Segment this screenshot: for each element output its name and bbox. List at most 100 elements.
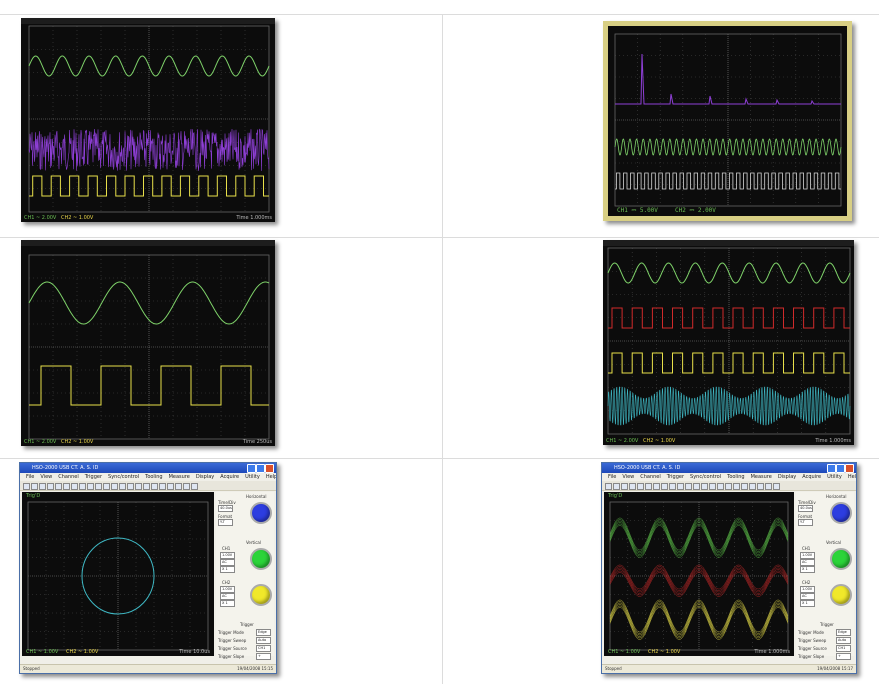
menu-item-measure[interactable]: Measure [169, 474, 190, 480]
side-dropdown[interactable]: AC [800, 593, 815, 600]
menu-item-channel[interactable]: Channel [58, 474, 79, 480]
toolbar-icon[interactable] [669, 483, 676, 490]
toolbar-icon[interactable] [685, 483, 692, 490]
toolbar-icon[interactable] [629, 483, 636, 490]
side-dropdown[interactable]: CH1 [836, 645, 851, 652]
toolbar-icon[interactable] [87, 483, 94, 490]
menu-item-help[interactable]: Help [266, 474, 276, 480]
toolbar-icon[interactable] [717, 483, 724, 490]
toolbar-icon[interactable] [79, 483, 86, 490]
menu-item-channel[interactable]: Channel [640, 474, 661, 480]
toolbar-icon[interactable] [103, 483, 110, 490]
toolbar-icon[interactable] [31, 483, 38, 490]
toolbar-icon[interactable] [127, 483, 134, 490]
toolbar-icon[interactable] [95, 483, 102, 490]
toolbar-icon[interactable] [605, 483, 612, 490]
menu-item-acquire[interactable]: Acquire [220, 474, 239, 480]
toolbar-icon[interactable] [757, 483, 764, 490]
menu-item-display[interactable]: Display [778, 474, 796, 480]
side-dropdown[interactable]: CH1 [256, 645, 271, 652]
side-dropdown[interactable]: + [836, 653, 851, 660]
side-dropdown[interactable]: X 1 [220, 566, 235, 573]
side-dropdown[interactable]: + [256, 653, 271, 660]
side-dropdown[interactable]: AC [800, 559, 815, 566]
menu-item-view[interactable]: View [622, 474, 634, 480]
close-button[interactable] [265, 464, 274, 473]
side-dropdown[interactable]: 40.0us [218, 505, 233, 512]
side-dropdown[interactable]: 1.00V [220, 586, 235, 593]
toolbar-icon[interactable] [693, 483, 700, 490]
menu-item-display[interactable]: Display [196, 474, 214, 480]
toolbar-icon[interactable] [653, 483, 660, 490]
time-div-knob[interactable] [250, 502, 272, 524]
toolbar-icon[interactable] [725, 483, 732, 490]
side-dropdown[interactable]: 1.00V [220, 552, 235, 559]
menu-item-trigger[interactable]: Trigger [667, 474, 684, 480]
maximize-button[interactable] [256, 464, 265, 473]
toolbar-icon[interactable] [119, 483, 126, 490]
menu-item-utility[interactable]: Utility [245, 474, 260, 480]
toolbar-icon[interactable] [661, 483, 668, 490]
toolbar-icon[interactable] [613, 483, 620, 490]
toolbar-icon[interactable] [111, 483, 118, 490]
menu-item-synccontrol[interactable]: Sync/control [690, 474, 721, 480]
menu-item-synccontrol[interactable]: Sync/control [108, 474, 139, 480]
toolbar-icon[interactable] [773, 483, 780, 490]
menu-item-measure[interactable]: Measure [751, 474, 772, 480]
side-dropdown[interactable]: Edge [256, 629, 271, 636]
menu-item-file[interactable]: File [608, 474, 616, 480]
side-dropdown[interactable]: X 1 [220, 600, 235, 607]
toolbar-icon[interactable] [733, 483, 740, 490]
menu-item-tooling[interactable]: Tooling [727, 474, 744, 480]
menu-item-help[interactable]: Help [848, 474, 856, 480]
ch1-volts-knob[interactable] [250, 548, 272, 570]
side-dropdown[interactable]: 40.0us [798, 505, 813, 512]
toolbar-icon[interactable] [71, 483, 78, 490]
toolbar-icon[interactable] [749, 483, 756, 490]
side-dropdown[interactable]: Auto [836, 637, 851, 644]
toolbar-icon[interactable] [23, 483, 30, 490]
ch2-volts-knob[interactable] [830, 584, 852, 606]
side-dropdown[interactable]: AC [220, 593, 235, 600]
toolbar-icon[interactable] [637, 483, 644, 490]
toolbar-icon[interactable] [709, 483, 716, 490]
side-dropdown[interactable]: AC [220, 559, 235, 566]
toolbar-icon[interactable] [55, 483, 62, 490]
toolbar-icon[interactable] [167, 483, 174, 490]
ch2-volts-knob[interactable] [250, 584, 272, 606]
menu-item-trigger[interactable]: Trigger [85, 474, 102, 480]
maximize-button[interactable] [836, 464, 845, 473]
side-dropdown[interactable]: X 1 [800, 566, 815, 573]
side-dropdown[interactable]: Y-T [798, 519, 813, 526]
toolbar-icon[interactable] [645, 483, 652, 490]
menu-item-tooling[interactable]: Tooling [145, 474, 162, 480]
toolbar-icon[interactable] [39, 483, 46, 490]
toolbar-icon[interactable] [701, 483, 708, 490]
menu-item-file[interactable]: File [26, 474, 34, 480]
toolbar-icon[interactable] [143, 483, 150, 490]
side-dropdown[interactable]: 1.00V [800, 586, 815, 593]
toolbar-icon[interactable] [183, 483, 190, 490]
side-dropdown[interactable]: Y-T [218, 519, 233, 526]
toolbar-icon[interactable] [191, 483, 198, 490]
toolbar-icon[interactable] [63, 483, 70, 490]
toolbar-icon[interactable] [741, 483, 748, 490]
toolbar-icon[interactable] [135, 483, 142, 490]
toolbar-icon[interactable] [159, 483, 166, 490]
toolbar-icon[interactable] [47, 483, 54, 490]
side-dropdown[interactable]: X 1 [800, 600, 815, 607]
time-div-knob[interactable] [830, 502, 852, 524]
toolbar-icon[interactable] [765, 483, 772, 490]
toolbar-icon[interactable] [175, 483, 182, 490]
side-dropdown[interactable]: Auto [256, 637, 271, 644]
menu-item-view[interactable]: View [40, 474, 52, 480]
toolbar-icon[interactable] [677, 483, 684, 490]
minimize-button[interactable] [247, 464, 256, 473]
menu-item-utility[interactable]: Utility [827, 474, 842, 480]
ch1-volts-knob[interactable] [830, 548, 852, 570]
side-dropdown[interactable]: Edge [836, 629, 851, 636]
toolbar-icon[interactable] [621, 483, 628, 490]
menu-item-acquire[interactable]: Acquire [802, 474, 821, 480]
minimize-button[interactable] [827, 464, 836, 473]
close-button[interactable] [845, 464, 854, 473]
